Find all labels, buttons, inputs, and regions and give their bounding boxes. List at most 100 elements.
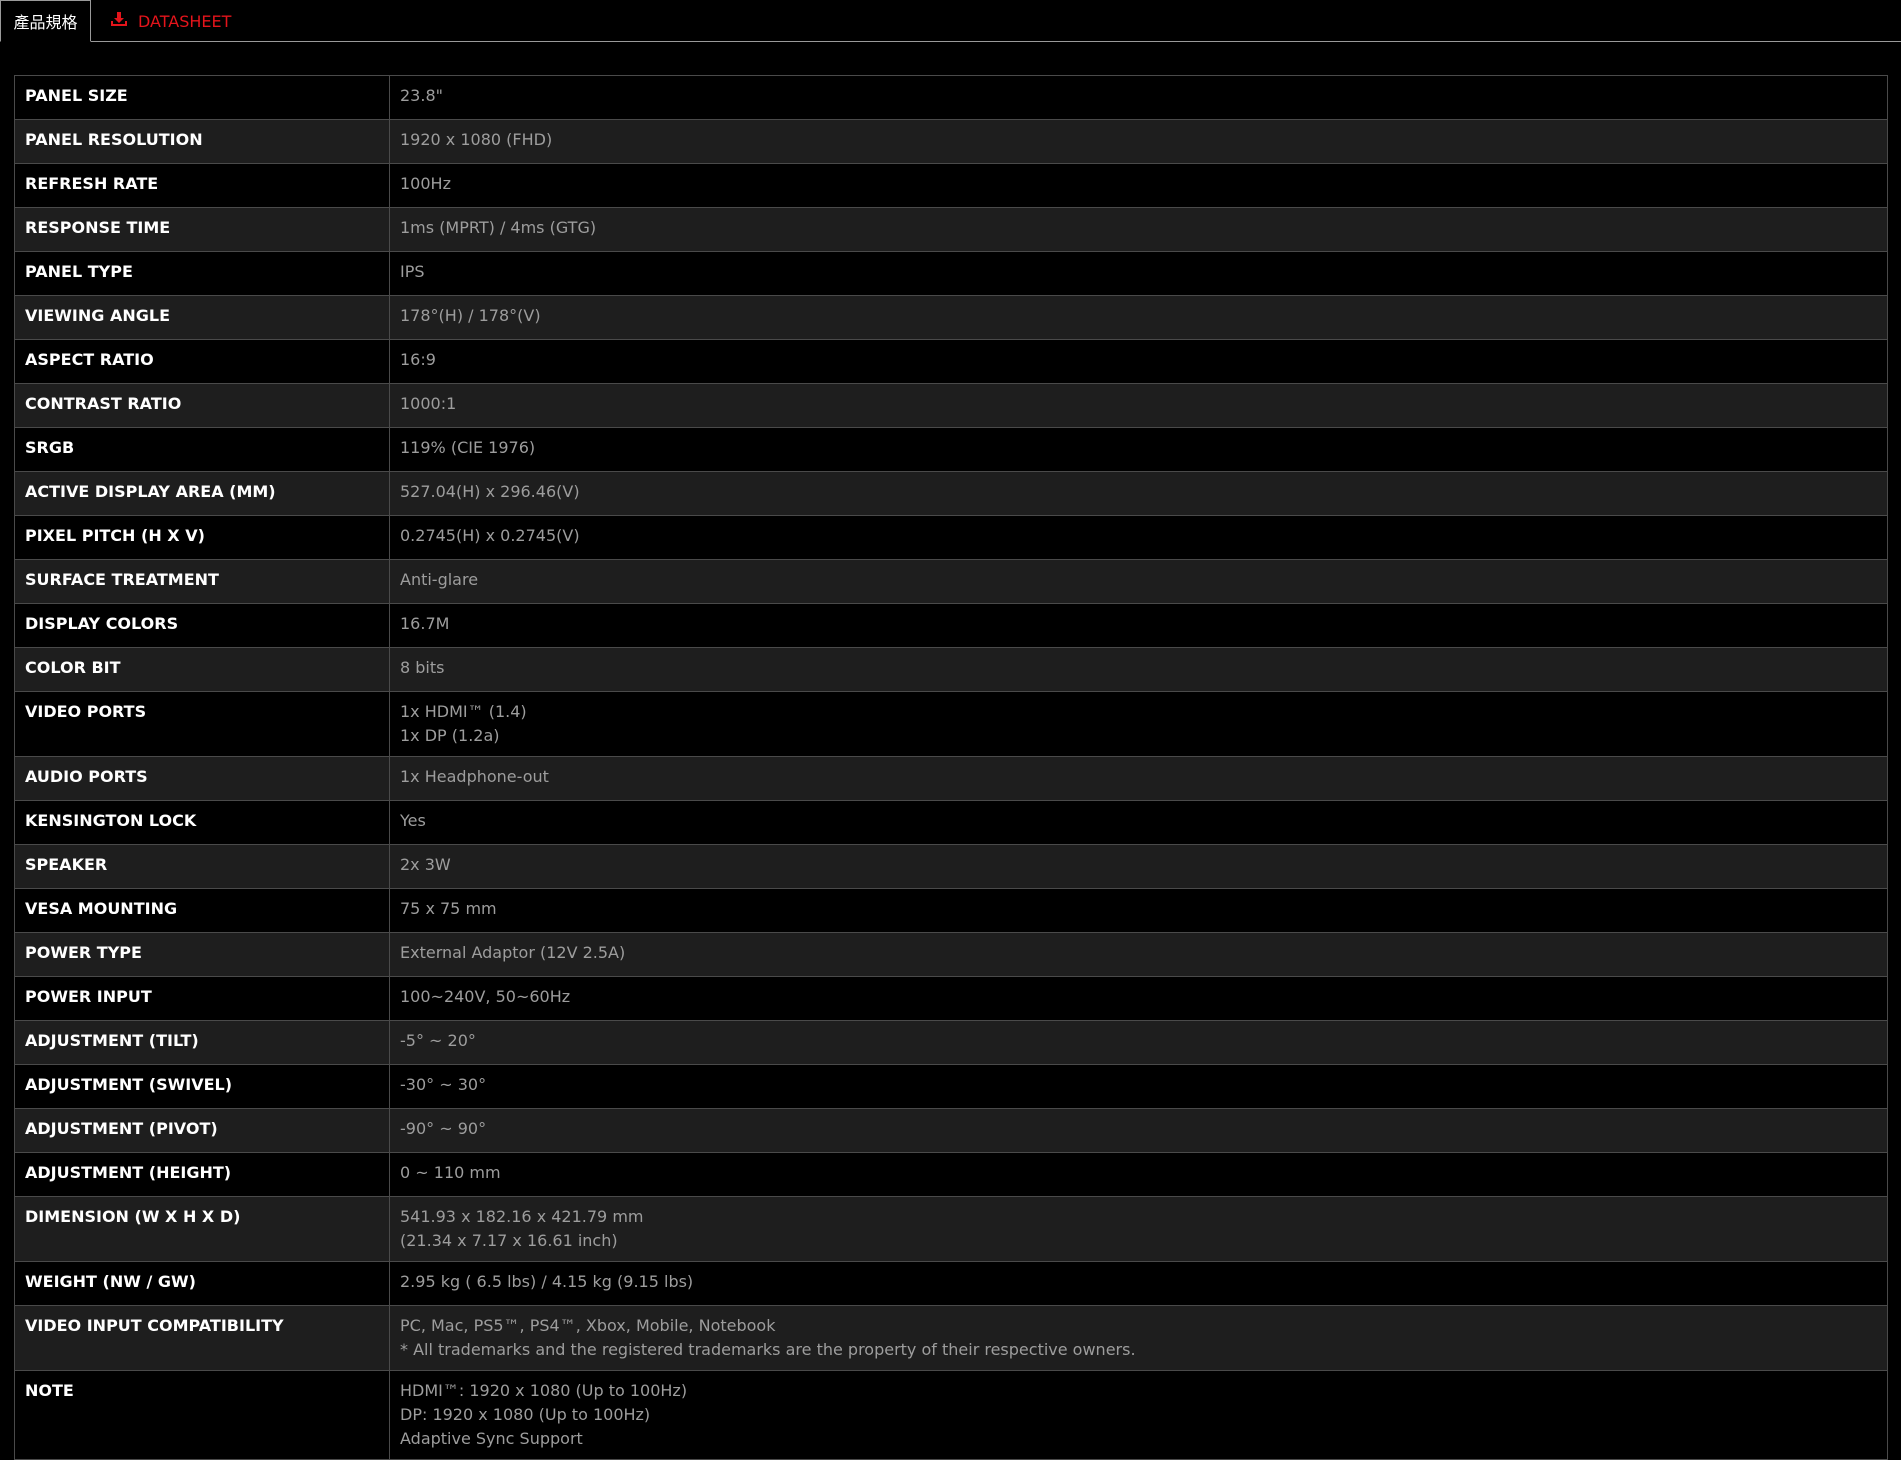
spec-label: SRGB: [14, 427, 390, 472]
tab-specifications-label: 產品規格: [13, 13, 78, 32]
spec-value-line: External Adaptor (12V 2.5A): [400, 943, 626, 962]
download-icon: [110, 11, 138, 31]
spec-row: COLOR BIT 8 bits: [14, 647, 1888, 692]
spec-value: 541.93 x 182.16 x 421.79 mm (21.34 x 7.17…: [389, 1196, 1888, 1262]
spec-value: 2.95 kg ( 6.5 lbs) / 4.15 kg (9.15 lbs): [389, 1261, 1888, 1306]
spec-label: PANEL SIZE: [14, 75, 390, 120]
spec-value: 1000:1: [389, 383, 1888, 428]
spec-value: -5° ~ 20°: [389, 1020, 1888, 1065]
spec-label: VIDEO INPUT COMPATIBILITY: [14, 1305, 390, 1371]
spec-row: POWER INPUT 100~240V, 50~60Hz: [14, 976, 1888, 1021]
spec-value-line: 1x Headphone-out: [400, 767, 549, 786]
spec-label: VIEWING ANGLE: [14, 295, 390, 340]
spec-value-line: 1x DP (1.2a): [400, 726, 500, 745]
spec-table-body: PANEL SIZE 23.8" PANEL RESOLUTION 1920 x 10…: [14, 75, 1888, 1460]
spec-value: 1ms (MPRT) / 4ms (GTG): [389, 207, 1888, 252]
spec-label: CONTRAST RATIO: [14, 383, 390, 428]
spec-label: ADJUSTMENT (HEIGHT): [14, 1152, 390, 1197]
spec-label: SPEAKER: [14, 844, 390, 889]
spec-value-line: Anti-glare: [400, 570, 479, 589]
spec-value-line: 16:9: [400, 350, 436, 369]
spec-row: DISPLAY COLORS 16.7M: [14, 603, 1888, 648]
spec-value-line: 2.95 kg ( 6.5 lbs) / 4.15 kg (9.15 lbs): [400, 1272, 694, 1291]
spec-label: REFRESH RATE: [14, 163, 390, 208]
spec-value-line: 8 bits: [400, 658, 445, 677]
spec-value: Anti-glare: [389, 559, 1888, 604]
spec-value: 0 ~ 110 mm: [389, 1152, 1888, 1197]
spec-value-line: PC, Mac, PS5™, PS4™, Xbox, Mobile, Noteb…: [400, 1316, 776, 1335]
spec-label: AUDIO PORTS: [14, 756, 390, 801]
spec-label: PIXEL PITCH (H X V): [14, 515, 390, 560]
spec-label: ADJUSTMENT (PIVOT): [14, 1108, 390, 1153]
spec-row: NOTE HDMI™: 1920 x 1080 (Up to 100Hz) DP: …: [14, 1370, 1888, 1460]
spec-value: 100~240V, 50~60Hz: [389, 976, 1888, 1021]
spec-value: 178°(H) / 178°(V): [389, 295, 1888, 340]
spec-label: NOTE: [14, 1370, 390, 1460]
spec-label: KENSINGTON LOCK: [14, 800, 390, 845]
spec-label: ADJUSTMENT (TILT): [14, 1020, 390, 1065]
spec-value: -30° ~ 30°: [389, 1064, 1888, 1109]
spec-value-line: -30° ~ 30°: [400, 1075, 487, 1094]
spec-value-line: 119% (CIE 1976): [400, 438, 536, 457]
spec-value-line: * All trademarks and the registered trad…: [400, 1340, 1136, 1359]
spec-value: 16:9: [389, 339, 1888, 384]
spec-label: SURFACE TREATMENT: [14, 559, 390, 604]
tab-bar: 產品規格 DATASHEET: [0, 0, 1901, 42]
spec-value-line: 1920 x 1080 (FHD): [400, 130, 553, 149]
spec-value-line: 1x HDMI™ (1.4): [400, 702, 527, 721]
spec-value: HDMI™: 1920 x 1080 (Up to 100Hz) DP: 1920…: [389, 1370, 1888, 1460]
spec-row: VESA MOUNTING 75 x 75 mm: [14, 888, 1888, 933]
spec-row: REFRESH RATE 100Hz: [14, 163, 1888, 208]
tab-specifications[interactable]: 產品規格: [0, 0, 91, 42]
spec-row: DIMENSION (W X H X D) 541.93 x 182.16 x 4…: [14, 1196, 1888, 1262]
spec-row: VIEWING ANGLE 178°(H) / 178°(V): [14, 295, 1888, 340]
spec-row: SRGB 119% (CIE 1976): [14, 427, 1888, 472]
spec-row: WEIGHT (NW / GW) 2.95 kg ( 6.5 lbs) / 4.1…: [14, 1261, 1888, 1306]
spec-value-line: 541.93 x 182.16 x 421.79 mm: [400, 1207, 644, 1226]
spec-value: External Adaptor (12V 2.5A): [389, 932, 1888, 977]
spec-label: PANEL RESOLUTION: [14, 119, 390, 164]
spec-value-line: 2x 3W: [400, 855, 451, 874]
spec-value: 100Hz: [389, 163, 1888, 208]
spec-row: ASPECT RATIO 16:9: [14, 339, 1888, 384]
spec-value-line: IPS: [400, 262, 425, 281]
spec-value: 0.2745(H) x 0.2745(V): [389, 515, 1888, 560]
spec-value-line: Yes: [400, 811, 426, 830]
spec-row: ADJUSTMENT (PIVOT) -90° ~ 90°: [14, 1108, 1888, 1153]
spec-value-line: -5° ~ 20°: [400, 1031, 476, 1050]
spec-value-line: 100Hz: [400, 174, 451, 193]
spec-value: 23.8": [389, 75, 1888, 120]
spec-label: DIMENSION (W X H X D): [14, 1196, 390, 1262]
spec-value: 119% (CIE 1976): [389, 427, 1888, 472]
spec-label: VESA MOUNTING: [14, 888, 390, 933]
spec-label: RESPONSE TIME: [14, 207, 390, 252]
tab-datasheet[interactable]: DATASHEET: [110, 0, 231, 42]
spec-label: ASPECT RATIO: [14, 339, 390, 384]
spec-row: POWER TYPE External Adaptor (12V 2.5A): [14, 932, 1888, 977]
spec-value: 75 x 75 mm: [389, 888, 1888, 933]
spec-value-line: 0 ~ 110 mm: [400, 1163, 501, 1182]
spec-label: ACTIVE DISPLAY AREA (MM): [14, 471, 390, 516]
spec-row: VIDEO PORTS 1x HDMI™ (1.4) 1x DP (1.2a): [14, 691, 1888, 757]
spec-label: POWER INPUT: [14, 976, 390, 1021]
spec-value: 16.7M: [389, 603, 1888, 648]
spec-row: PIXEL PITCH (H X V) 0.2745(H) x 0.2745(V): [14, 515, 1888, 560]
spec-row: SURFACE TREATMENT Anti-glare: [14, 559, 1888, 604]
spec-row: VIDEO INPUT COMPATIBILITY PC, Mac, PS5™, …: [14, 1305, 1888, 1371]
spec-value-line: -90° ~ 90°: [400, 1119, 487, 1138]
spec-value-line: 1000:1: [400, 394, 457, 413]
spec-value: 1920 x 1080 (FHD): [389, 119, 1888, 164]
spec-value-line: 527.04(H) x 296.46(V): [400, 482, 580, 501]
spec-value-line: Adaptive Sync Support: [400, 1429, 583, 1448]
spec-row: KENSINGTON LOCK Yes: [14, 800, 1888, 845]
spec-value: 527.04(H) x 296.46(V): [389, 471, 1888, 516]
spec-label: COLOR BIT: [14, 647, 390, 692]
spec-label: VIDEO PORTS: [14, 691, 390, 757]
spec-value-line: 23.8": [400, 86, 443, 105]
spec-row: CONTRAST RATIO 1000:1: [14, 383, 1888, 428]
spec-value-line: HDMI™: 1920 x 1080 (Up to 100Hz): [400, 1381, 688, 1400]
spec-value-line: 100~240V, 50~60Hz: [400, 987, 571, 1006]
tab-datasheet-label: DATASHEET: [138, 11, 232, 31]
spec-row: AUDIO PORTS 1x Headphone-out: [14, 756, 1888, 801]
spec-row: PANEL TYPE IPS: [14, 251, 1888, 296]
